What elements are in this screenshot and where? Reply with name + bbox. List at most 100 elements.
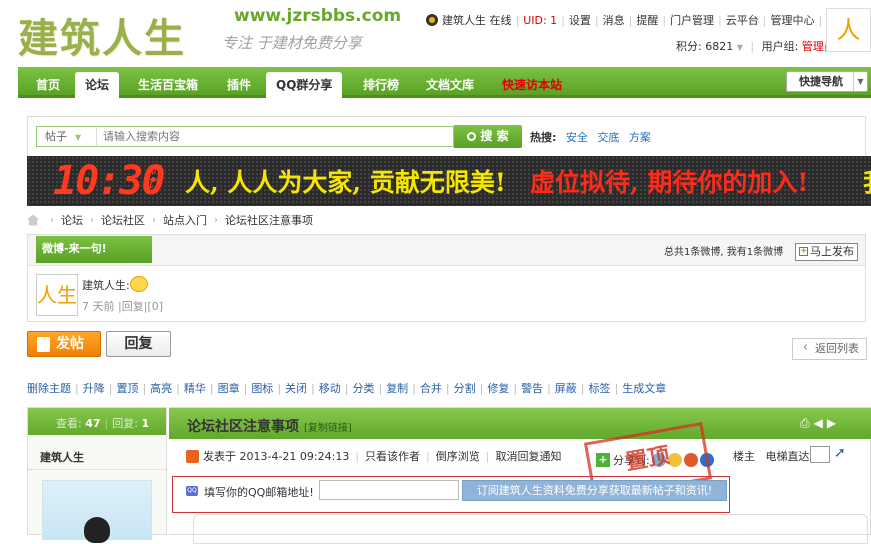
online-status: 在线	[489, 14, 512, 27]
weibo-meta[interactable]: 7 天前 |回复|[0]	[82, 298, 163, 314]
nav-qq-group-share[interactable]: QQ群分享	[266, 72, 343, 98]
username-link[interactable]: 建筑人生	[442, 12, 486, 28]
hot-term-plan[interactable]: 方案	[629, 131, 651, 144]
quick-nav-button[interactable]: 快捷导航 ▼	[786, 71, 868, 92]
thread-title: 论坛社区注意事项	[187, 419, 299, 435]
mod-action[interactable]: 置顶	[116, 382, 138, 395]
mod-action[interactable]: 升降	[83, 382, 105, 395]
post-info: 发表于 2013-4-21 09:24:13 | 只看该作者 | 倒序浏览 | 取消回…	[186, 448, 561, 464]
hot-term-briefing[interactable]: 交底	[597, 131, 619, 144]
usergroup-label: 用户组:	[761, 40, 799, 53]
led-clock-ampm: AM 12	[147, 163, 161, 191]
mod-action[interactable]: 图章	[218, 382, 240, 395]
smiley-icon	[130, 276, 148, 292]
site-logo[interactable]: 建筑人生	[18, 6, 186, 64]
nav-forum[interactable]: 论坛	[75, 72, 120, 98]
ticker-text-yellow: 人, 人人为大家, 贡献无限美!	[185, 168, 506, 197]
prev-thread-icon[interactable]: ◀	[814, 416, 827, 430]
quick-nav-label: 快捷导航	[799, 75, 843, 88]
nav-doc-library[interactable]: 文档文库	[416, 72, 484, 98]
replies-count: 1	[141, 417, 150, 430]
mod-action[interactable]: 标签	[589, 382, 611, 395]
document-icon	[37, 337, 50, 352]
jump-go-icon[interactable]: ➚	[834, 445, 846, 461]
mod-action[interactable]: 合并	[420, 382, 442, 395]
search-input[interactable]	[96, 126, 454, 147]
mod-action[interactable]: 生成文章	[622, 382, 666, 395]
led-seconds: 12	[147, 177, 162, 191]
search-icon	[467, 132, 477, 141]
cloud-platform-link[interactable]: 云平台	[726, 12, 759, 28]
post-date: 发表于 2013-4-21 09:24:13	[203, 450, 350, 463]
new-post-button[interactable]: 发帖	[27, 331, 101, 357]
nav-plugins[interactable]: 插件	[217, 72, 261, 98]
hot-term-safety[interactable]: 安全	[566, 131, 588, 144]
subscribe-button[interactable]: 订阅建筑人生资料免费分享获取最新帖子和资讯!	[462, 480, 727, 501]
breadcrumb: › 论坛 › 论坛社区 › 站点入门 › 论坛社区注意事项	[27, 212, 313, 228]
points-dropdown[interactable]: 积分: 6821	[676, 40, 733, 53]
breadcrumb-current[interactable]: 论坛社区注意事项	[225, 212, 313, 228]
ticker-text-yellow-2: 我	[863, 163, 871, 199]
reply-button[interactable]: 回复	[106, 331, 171, 357]
new-post-label: 发帖	[56, 336, 84, 352]
copy-link[interactable]: [复制链接]	[304, 419, 352, 434]
uid-label: UID: 1	[523, 13, 558, 27]
mod-action[interactable]: 图标	[251, 382, 273, 395]
reverse-order-link[interactable]: 倒序浏览	[436, 448, 480, 464]
site-slogan: 专注 于建材免费分享	[222, 34, 362, 52]
thread-stats: 查看: 47 | 回复: 1	[56, 417, 150, 430]
replies-label: 回复:	[112, 417, 138, 430]
main-nav: 首页 论坛 生活百宝箱 插件 QQ群分享 排行榜 文档文库 快速访本站	[18, 67, 871, 98]
mod-action[interactable]: 高亮	[150, 382, 172, 395]
back-to-list-button[interactable]: 返回列表	[792, 338, 867, 360]
notifications-link[interactable]: 提醒	[636, 12, 658, 28]
cancel-notify-link[interactable]: 取消回复通知	[495, 448, 561, 464]
portal-admin-link[interactable]: 门户管理	[670, 12, 714, 28]
thread-tools: ⎙◀▶	[800, 416, 840, 431]
weibo-post-label: 马上发布	[810, 245, 854, 258]
chevron-down-icon: ▼	[853, 72, 867, 91]
weibo-avatar[interactable]: 人生	[36, 274, 78, 316]
ticker-text-red: 虚位拟待, 期待你的加入!	[530, 168, 809, 197]
author-name[interactable]: 建筑人生	[40, 449, 84, 465]
home-icon[interactable]	[27, 214, 39, 226]
mod-action[interactable]: 修复	[487, 382, 509, 395]
nav-quick-visit[interactable]: 快速访本站	[492, 72, 572, 98]
mod-action[interactable]: 精华	[184, 382, 206, 395]
views-label: 查看:	[56, 417, 82, 430]
breadcrumb-getting-started[interactable]: 站点入门	[163, 212, 207, 228]
nav-home[interactable]: 首页	[26, 72, 70, 98]
search-type-select[interactable]: 帖子 ▼	[36, 126, 96, 147]
admin-center-link[interactable]: 管理中心	[771, 12, 815, 28]
nav-ranking[interactable]: 排行榜	[353, 72, 409, 98]
mod-action[interactable]: 移动	[319, 382, 341, 395]
mod-action[interactable]: 分割	[454, 382, 476, 395]
settings-link[interactable]: 设置	[569, 12, 591, 28]
weibo-tab[interactable]: 微博-来一句!	[36, 236, 152, 263]
floor-jump-input[interactable]	[810, 446, 830, 463]
mod-action[interactable]: 关闭	[285, 382, 307, 395]
breadcrumb-forum[interactable]: 论坛	[61, 212, 83, 228]
weibo-username[interactable]: 建筑人生:	[82, 277, 130, 293]
led-ticker-banner: 10:30 AM 12 人, 人人为大家, 贡献无限美! 虚位拟待, 期待你的加入…	[27, 156, 871, 206]
mod-action[interactable]: 删除主题	[27, 382, 71, 395]
user-avatar[interactable]: 人生	[826, 8, 871, 52]
chevron-down-icon: ▼	[736, 43, 743, 52]
floor-info: 楼主 电梯直达	[733, 448, 810, 464]
nav-life-box[interactable]: 生活百宝箱	[128, 72, 208, 98]
mod-action[interactable]: 分类	[352, 382, 374, 395]
qq-mail-input[interactable]	[319, 480, 459, 500]
divider	[28, 469, 166, 470]
author-avatar[interactable]	[42, 480, 152, 543]
messages-link[interactable]: 消息	[603, 12, 625, 28]
weibo-post-button[interactable]: + 马上发布	[795, 243, 858, 261]
mod-action[interactable]: 警告	[521, 382, 543, 395]
next-thread-icon[interactable]: ▶	[827, 416, 840, 430]
breadcrumb-community[interactable]: 论坛社区	[101, 212, 145, 228]
author-only-link[interactable]: 只看该作者	[365, 448, 420, 464]
mod-action[interactable]: 复制	[386, 382, 408, 395]
print-icon[interactable]: ⎙	[800, 416, 814, 430]
search-button[interactable]: 搜 索	[454, 125, 522, 148]
mod-action[interactable]: 屏蔽	[555, 382, 577, 395]
weibo-stats: 总共1条微博, 我有1条微博	[664, 247, 784, 258]
